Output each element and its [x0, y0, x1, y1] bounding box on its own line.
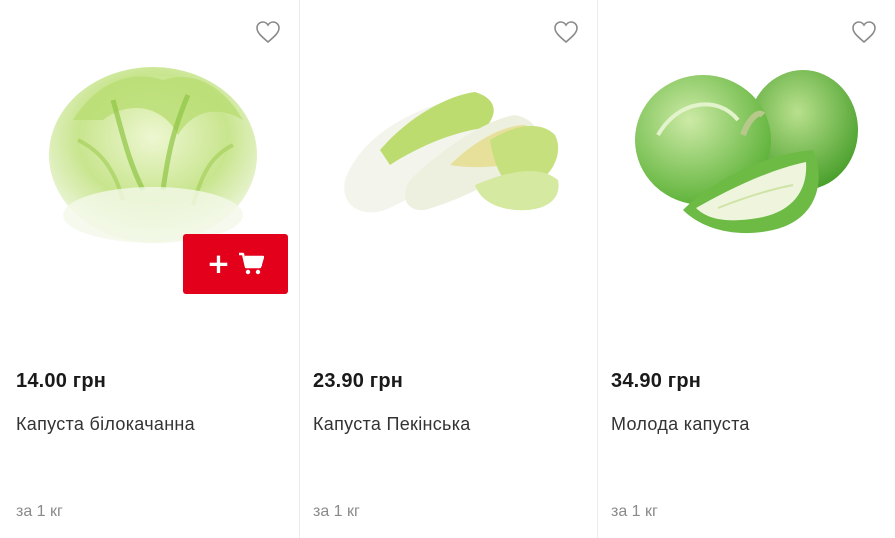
product-name[interactable]: Капуста білокачанна: [16, 414, 195, 435]
product-unit: за 1 кг: [611, 503, 658, 520]
product-grid: + 14.00 грн Капуста білокачанна за 1 кг …: [0, 0, 895, 538]
product-name[interactable]: Капуста Пекінська: [313, 414, 471, 435]
product-card-napa-cabbage[interactable]: 23.90 грн Капуста Пекінська за 1 кг: [300, 0, 597, 538]
add-to-cart-button[interactable]: +: [183, 234, 288, 294]
product-price: 34.90 грн: [611, 370, 702, 392]
cart-icon: [239, 252, 265, 275]
product-unit: за 1 кг: [313, 503, 360, 520]
product-price: 23.90 грн: [313, 370, 404, 392]
product-card-white-cabbage[interactable]: + 14.00 грн Капуста білокачанна за 1 кг: [3, 0, 299, 538]
napa-cabbage-image[interactable]: [300, 40, 597, 270]
young-cabbage-image[interactable]: [598, 40, 895, 270]
product-card-young-cabbage[interactable]: 34.90 грн Молода капуста за 1 кг: [598, 0, 895, 538]
product-name[interactable]: Молода капуста: [611, 414, 750, 435]
product-unit: за 1 кг: [16, 503, 63, 520]
product-price: 14.00 грн: [16, 370, 107, 392]
plus-icon: +: [206, 247, 231, 280]
